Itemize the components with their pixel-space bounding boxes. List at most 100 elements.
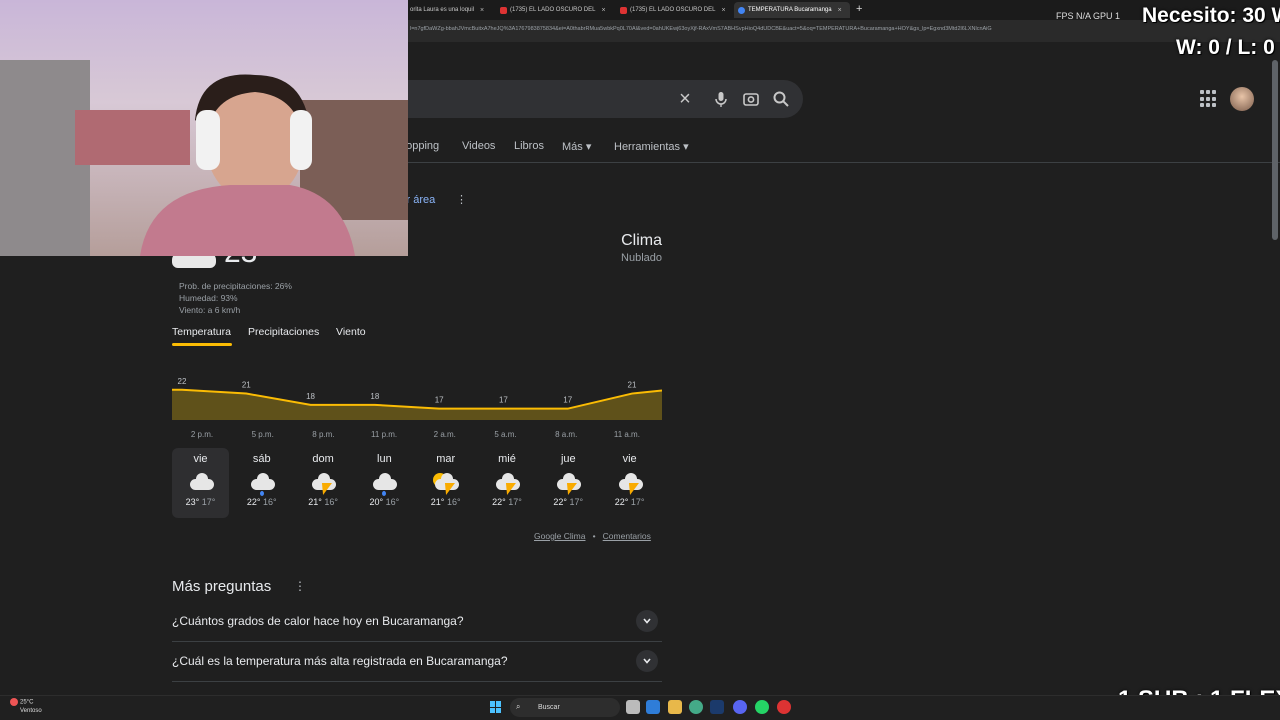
forecast-day[interactable]: lun 20° 16° (356, 448, 413, 518)
taskbar-search[interactable]: Buscar (510, 698, 620, 717)
forecast-day[interactable]: dom 21° 16° (295, 448, 352, 518)
faq-item[interactable]: ¿Cuántos grados de calor hace hoy en Buc… (172, 602, 662, 642)
tab-tools[interactable]: Herramientas ▾ (614, 140, 689, 153)
file-explorer-icon[interactable] (668, 700, 682, 714)
day-temps: 22° 17° (479, 497, 536, 507)
taskbar-temp: 25°C (20, 699, 34, 706)
browser-tab[interactable]: (1735) EL LADO OSCURO DEL × (616, 2, 731, 18)
day-name: jue (560, 453, 576, 465)
forecast-day[interactable]: jue 22° 17° (540, 448, 597, 518)
app-icon[interactable] (646, 700, 660, 714)
forecast-day[interactable]: vie 22° 17° (601, 448, 658, 518)
tab-more[interactable]: Más ▾ (562, 140, 591, 153)
temperature-data-label: 17 (499, 396, 508, 405)
high-temp: 22° (246, 497, 261, 507)
chrome-icon[interactable] (689, 700, 703, 714)
performance-stats: FPS N/A GPU 1 (1056, 11, 1121, 21)
browser-tab-active[interactable]: TEMPERATURA Bucaramanga × (734, 2, 850, 18)
win-loss-overlay: W: 0 / L: 0 (1176, 36, 1275, 59)
taskbar-weather[interactable]: 25°C Ventoso (10, 698, 42, 715)
tab-books[interactable]: Libros (514, 140, 544, 152)
lens-icon[interactable] (741, 89, 761, 109)
humidity: Humedad: 93% (179, 293, 238, 303)
thunderstorm-icon (492, 473, 522, 495)
time-tick-label: 2 p.m. (191, 430, 213, 439)
low-temp: 17° (569, 497, 584, 507)
close-tab-icon[interactable]: × (601, 7, 605, 14)
new-tab-button[interactable]: + (856, 3, 862, 15)
low-temp: 17° (201, 497, 216, 507)
low-temp: 16° (263, 497, 277, 507)
url-text[interactable]: l=n7gfDaWZg-bbahJVmcBuitxA7heJQ%3A176798… (410, 26, 1140, 32)
time-tick-label: 11 a.m. (614, 430, 640, 439)
apps-grid-icon[interactable] (1200, 90, 1218, 108)
high-temp: 22° (553, 497, 568, 507)
google-weather-link[interactable]: Google Clima (534, 531, 586, 541)
day-temps: 23° 17° (172, 497, 229, 507)
tab-temperature[interactable]: Temperatura (172, 326, 231, 338)
youtube-favicon-icon (620, 6, 627, 14)
tab-title: orita Laura es una loquil (410, 7, 475, 13)
search-icon: ⌕ (516, 702, 521, 711)
day-temps: 20° 16° (356, 497, 413, 507)
browser-tab[interactable]: orita Laura es una loquil × (406, 2, 492, 18)
app-icon[interactable] (777, 700, 791, 714)
forecast-day[interactable]: vie 23° 17° (172, 448, 229, 518)
feedback-link[interactable]: Comentarios (603, 531, 651, 541)
windows-taskbar (0, 695, 1280, 720)
task-view-icon[interactable] (626, 700, 640, 714)
day-name: vie (622, 453, 637, 465)
footer-separator: • (592, 531, 596, 541)
weather-footer: Google Clima • Comentarios (534, 531, 651, 541)
page-scrollbar[interactable] (1272, 60, 1278, 240)
day-temps: 22° 17° (540, 497, 597, 507)
precipitation-chance: Prob. de precipitaciones: 26% (179, 281, 292, 291)
whatsapp-icon[interactable] (755, 700, 769, 714)
low-temp: 17° (508, 497, 522, 507)
youtube-favicon-icon (500, 6, 507, 14)
high-temp: 22° (492, 497, 506, 507)
time-tick-label: 11 p.m. (371, 430, 397, 439)
time-tick-label: 5 a.m. (494, 430, 516, 439)
time-tick-label: 8 a.m. (555, 430, 577, 439)
forecast-day[interactable]: mié 22° 17° (479, 448, 536, 518)
tab-title: TEMPERATURA Bucaramanga (748, 7, 832, 13)
forecast-day[interactable]: sáb 22° 16° (233, 448, 290, 518)
windows-start-icon[interactable] (490, 701, 502, 713)
close-tab-icon[interactable]: × (480, 7, 484, 14)
close-tab-icon[interactable]: × (721, 7, 725, 14)
more-questions-menu-icon[interactable]: ⋮ (294, 579, 306, 593)
temperature-data-label: 17 (563, 396, 572, 405)
steam-icon[interactable] (710, 700, 724, 714)
rain-icon (247, 473, 277, 496)
clear-search-icon[interactable]: × (675, 89, 695, 109)
more-options-icon[interactable]: ⋮ (456, 193, 467, 206)
mic-icon[interactable] (711, 89, 731, 109)
day-name: dom (312, 453, 334, 465)
search-icon[interactable] (771, 89, 791, 109)
taskbar-weather-desc: Ventoso (20, 707, 42, 714)
search-input[interactable] (380, 80, 803, 118)
high-temp: 20° (369, 497, 384, 507)
avatar[interactable] (1230, 87, 1254, 111)
high-temp: 23° (185, 497, 200, 507)
forecast-day[interactable]: mar 21° 16° (417, 448, 474, 518)
day-temps: 22° 17° (601, 497, 658, 507)
close-tab-icon[interactable]: × (838, 7, 842, 14)
day-name: mar (436, 453, 456, 465)
tab-wind[interactable]: Viento (336, 326, 366, 338)
active-tab-indicator (172, 343, 232, 346)
chevron-down-icon[interactable] (636, 610, 658, 632)
browser-tab[interactable]: (1735) EL LADO OSCURO DEL × (496, 2, 611, 18)
time-tick-label: 8 p.m. (312, 430, 334, 439)
faq-item[interactable]: ¿Cuál es la temperatura más alta registr… (172, 642, 662, 682)
low-temp: 16° (446, 497, 461, 507)
discord-icon[interactable] (733, 700, 747, 714)
thunderstorm-icon (615, 473, 645, 495)
tab-videos[interactable]: Videos (462, 140, 495, 152)
chevron-down-icon[interactable] (636, 650, 658, 672)
tab-precipitation[interactable]: Precipitaciones (248, 326, 319, 338)
goal-overlay: Necesito: 30 WIN (1142, 4, 1280, 27)
temperature-data-label: 18 (306, 392, 315, 401)
google-favicon-icon (738, 6, 745, 14)
